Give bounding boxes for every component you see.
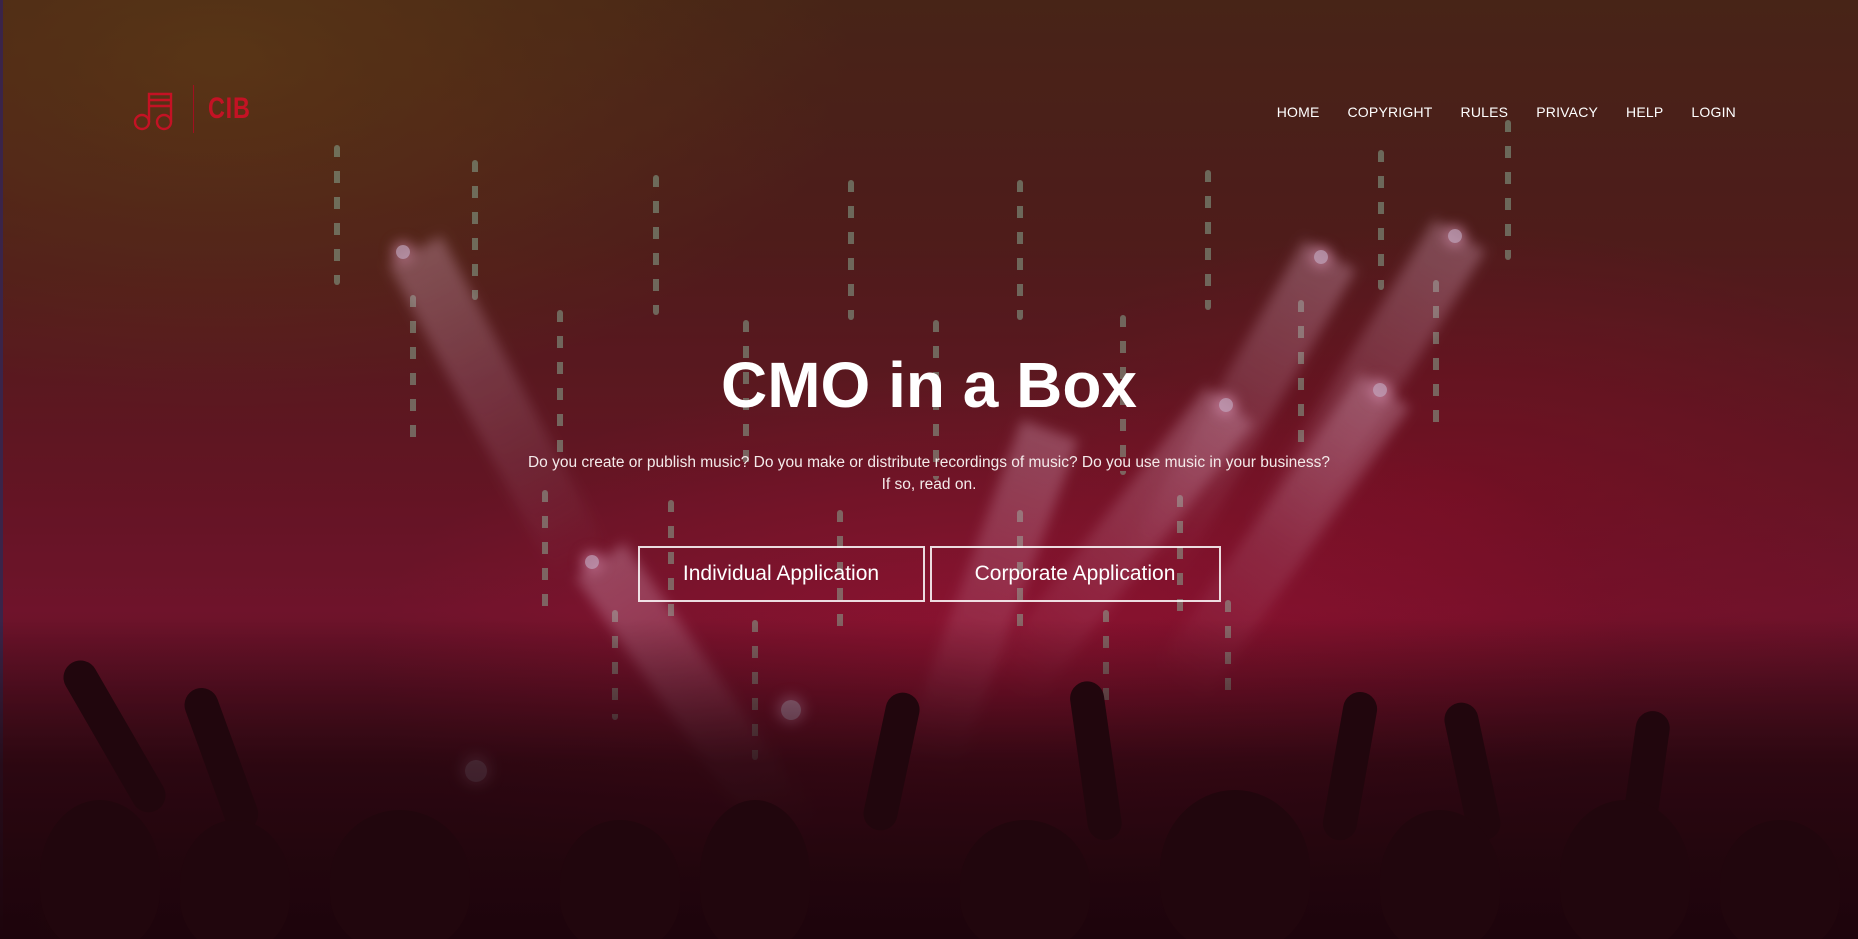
site-logo[interactable]: CIB	[133, 85, 263, 133]
main-navigation: HOME COPYRIGHT RULES PRIVACY HELP LOGIN	[1277, 104, 1736, 120]
logo-text: CIB	[208, 92, 251, 125]
nav-copyright[interactable]: COPYRIGHT	[1348, 104, 1433, 120]
site-header: CIB HOME COPYRIGHT RULES PRIVACY HELP LO…	[0, 0, 1858, 200]
individual-application-button[interactable]: Individual Application	[637, 546, 925, 602]
nav-help[interactable]: HELP	[1626, 104, 1663, 120]
logo-divider	[193, 85, 194, 133]
corporate-application-button[interactable]: Corporate Application	[929, 546, 1221, 602]
music-notes-icon	[133, 92, 173, 131]
hero-content: CMO in a Box Do you create or publish mu…	[0, 345, 1858, 602]
subtitle-line-2: If so, read on.	[881, 476, 977, 493]
subtitle-line-1: Do you create or publish music? Do you m…	[527, 454, 1331, 471]
application-buttons: Individual Application Corporate Applica…	[0, 546, 1858, 602]
page-title: CMO in a Box	[720, 349, 1138, 421]
hero-section: CIB HOME COPYRIGHT RULES PRIVACY HELP LO…	[0, 0, 1858, 939]
nav-home[interactable]: HOME	[1277, 104, 1320, 120]
nav-login[interactable]: LOGIN	[1691, 104, 1736, 120]
hero-subtitle: Do you create or publish music? Do you m…	[0, 452, 1858, 496]
nav-rules[interactable]: RULES	[1461, 104, 1509, 120]
nav-privacy[interactable]: PRIVACY	[1536, 104, 1598, 120]
